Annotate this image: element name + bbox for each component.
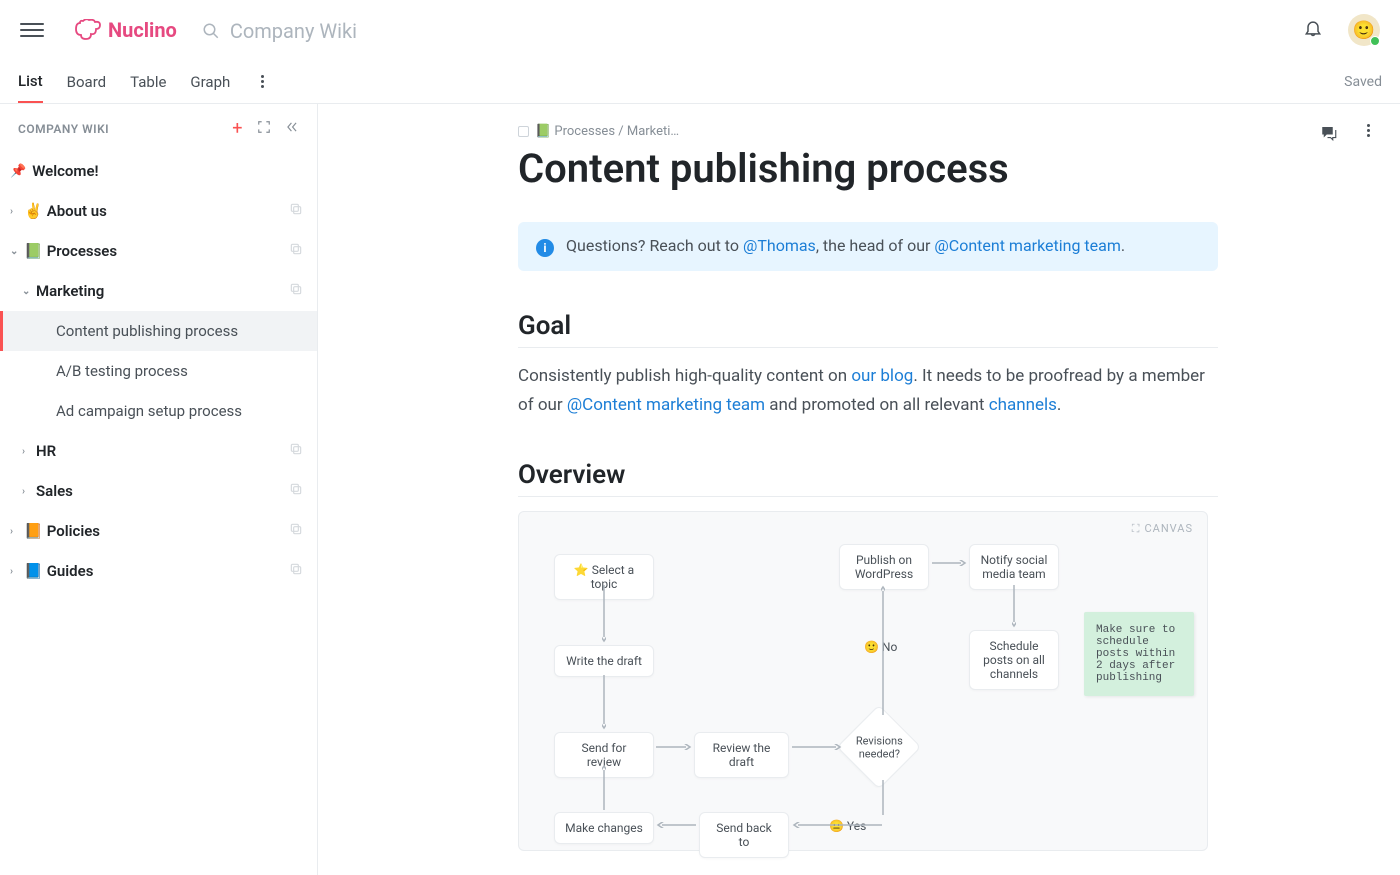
brain-icon: [74, 19, 102, 41]
node-write-draft[interactable]: Write the draft: [554, 645, 654, 677]
add-page-icon[interactable]: +: [232, 118, 243, 139]
sidebar-item-hr[interactable]: › HR: [0, 431, 317, 471]
comments-icon[interactable]: [1320, 124, 1338, 146]
search-placeholder: Company Wiki: [230, 19, 357, 43]
menu-icon[interactable]: [20, 18, 44, 42]
saved-status: Saved: [1344, 74, 1382, 90]
mention-content-team-2[interactable]: @Content marketing team: [567, 395, 765, 415]
expand-icon[interactable]: [257, 120, 271, 137]
node-schedule[interactable]: Schedule posts on all channels: [969, 630, 1059, 690]
sidebar: COMPANY WIKI + 📌 Welcome! › ✌️ About us …: [0, 104, 318, 875]
copy-icon[interactable]: [289, 442, 303, 460]
sidebar-item-welcome[interactable]: 📌 Welcome!: [0, 151, 317, 191]
node-review-draft[interactable]: Review the draft: [694, 732, 789, 778]
sidebar-item-guides[interactable]: › 📘 Guides: [0, 551, 317, 591]
sidebar-item-policies[interactable]: › 📙 Policies: [0, 511, 317, 551]
page-more-icon[interactable]: [1360, 124, 1376, 146]
copy-icon[interactable]: [289, 282, 303, 300]
chevron-right-icon: ›: [22, 486, 32, 497]
sidebar-item-marketing[interactable]: ⌄ Marketing: [0, 271, 317, 311]
pin-icon: 📌: [10, 164, 26, 179]
sticky-note[interactable]: Make sure to schedule posts within 2 day…: [1084, 612, 1194, 696]
goal-paragraph: Consistently publish high-quality conten…: [518, 362, 1218, 420]
breadcrumb[interactable]: 📗 Processes / Marketi…: [518, 124, 1218, 139]
canvas-label: ⛶ CANVAS: [1132, 522, 1193, 536]
sidebar-item-ab-testing[interactable]: A/B testing process: [0, 351, 317, 391]
sidebar-item-sales[interactable]: › Sales: [0, 471, 317, 511]
tab-board[interactable]: Board: [67, 60, 106, 103]
link-our-blog[interactable]: our blog: [851, 366, 913, 386]
search-icon: [202, 22, 220, 40]
copy-icon[interactable]: [289, 242, 303, 260]
mention-thomas[interactable]: @Thomas: [743, 236, 816, 255]
page-title: Content publishing process: [518, 145, 1218, 192]
mention-content-team[interactable]: @Content marketing team: [934, 236, 1120, 255]
node-make-changes[interactable]: Make changes: [554, 812, 654, 844]
chevron-right-icon: ›: [10, 526, 20, 537]
chevron-right-icon: ›: [10, 566, 20, 577]
node-send-back[interactable]: Send back to: [699, 812, 789, 858]
tab-table[interactable]: Table: [130, 60, 166, 103]
sidebar-item-ad-campaign[interactable]: Ad campaign setup process: [0, 391, 317, 431]
chevron-down-icon: ⌄: [10, 246, 20, 257]
node-revisions-needed[interactable]: Revisions needed?: [837, 704, 922, 789]
goal-heading: Goal: [518, 311, 1218, 348]
info-icon: i: [536, 239, 554, 257]
copy-icon[interactable]: [289, 482, 303, 500]
notifications-icon[interactable]: [1303, 18, 1323, 42]
avatar[interactable]: 🙂: [1348, 14, 1380, 46]
overview-heading: Overview: [518, 460, 1218, 497]
link-channels[interactable]: channels: [989, 395, 1057, 415]
tab-graph[interactable]: Graph: [190, 60, 230, 103]
sidebar-title: COMPANY WIKI: [18, 122, 109, 136]
chevron-right-icon: ›: [22, 446, 32, 457]
app-name: Nuclino: [108, 18, 177, 42]
sidebar-item-about[interactable]: › ✌️ About us: [0, 191, 317, 231]
collapse-sidebar-icon[interactable]: [285, 120, 299, 137]
copy-icon[interactable]: [289, 202, 303, 220]
sidebar-item-processes[interactable]: ⌄ 📗 Processes: [0, 231, 317, 271]
copy-icon[interactable]: [289, 522, 303, 540]
checkbox-icon[interactable]: [518, 126, 529, 137]
app-logo[interactable]: Nuclino: [74, 18, 177, 42]
copy-icon[interactable]: [289, 562, 303, 580]
info-callout: i Questions? Reach out to @Thomas, the h…: [518, 222, 1218, 271]
sidebar-item-content-publishing[interactable]: Content publishing process: [0, 311, 317, 351]
node-publish[interactable]: Publish on WordPress: [839, 544, 929, 590]
chevron-right-icon: ›: [10, 206, 20, 217]
node-notify[interactable]: Notify social media team: [969, 544, 1059, 590]
canvas-diagram[interactable]: ⛶ CANVAS ⭐ Select a topic Write the draf…: [518, 511, 1208, 851]
tab-list[interactable]: List: [18, 60, 43, 103]
search-input[interactable]: Company Wiki: [202, 17, 357, 43]
tab-more-icon[interactable]: [254, 75, 270, 88]
chevron-down-icon: ⌄: [22, 286, 32, 297]
